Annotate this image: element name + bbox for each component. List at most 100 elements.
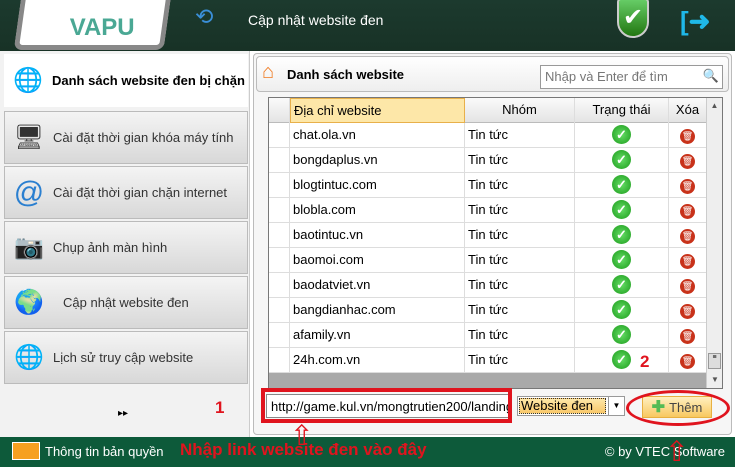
globe-history-icon: 🌐 [14,344,44,371]
check-icon[interactable]: ✓ [612,200,631,219]
trash-icon[interactable]: 🗑 [680,279,695,294]
sidebar-item-lock-time[interactable]: 🖥 Cài đặt thời gian khóa máy tính [4,111,248,164]
shield-check-icon[interactable]: ✔ [617,0,649,38]
vertical-scrollbar[interactable]: ▲ ≡ ▼ [706,98,722,388]
chevron-down-icon[interactable]: ▼ [608,397,624,415]
expand-button[interactable]: ▸▸ [118,408,128,419]
row-selector[interactable] [269,323,290,348]
panel-header: ⌂ Danh sách website Nhập và Enter để tìm… [256,56,729,92]
cell-delete[interactable]: 🗑 [669,348,707,373]
trash-icon[interactable]: 🗑 [680,329,695,344]
cell-status[interactable]: ✓ [575,348,669,373]
scroll-up-icon[interactable]: ▲ [707,98,722,114]
app-header: VAPU ⟲ Cập nhật website đen ✔ [➜ [0,0,735,51]
table-row[interactable]: blobla.com Tin tức ✓ 🗑 [269,198,707,223]
check-icon[interactable]: ✓ [612,275,631,294]
cell-address: blobla.com [290,198,465,223]
check-icon[interactable]: ✓ [612,300,631,319]
annotation-1: 1 [215,398,225,417]
trash-icon[interactable]: 🗑 [680,304,695,319]
cell-delete[interactable]: 🗑 [669,148,707,173]
check-icon[interactable]: ✓ [612,250,631,269]
row-selector[interactable] [269,173,290,198]
table-row[interactable]: baodatviet.vn Tin tức ✓ 🗑 [269,273,707,298]
annotation-box [261,388,512,423]
arrow-up-icon: ⇧ [665,436,689,467]
row-selector[interactable] [269,123,290,148]
table-row[interactable]: baotintuc.vn Tin tức ✓ 🗑 [269,223,707,248]
row-selector[interactable] [269,248,290,273]
cell-group: Tin tức [465,198,575,223]
row-selector[interactable] [269,348,290,373]
license-link[interactable]: Thông tin bản quyền [12,442,164,460]
check-icon[interactable]: ✓ [612,125,631,144]
cell-delete[interactable]: 🗑 [669,273,707,298]
cell-status[interactable]: ✓ [575,298,669,323]
table-row[interactable]: baomoi.com Tin tức ✓ 🗑 [269,248,707,273]
table-row[interactable]: bangdianhac.com Tin tức ✓ 🗑 [269,298,707,323]
sidebar-item-history[interactable]: 🌐 Lịch sử truy cập website [4,331,248,384]
check-icon[interactable]: ✓ [612,325,631,344]
row-selector[interactable] [269,223,290,248]
annotation-ellipse [626,390,730,426]
refresh-icon[interactable]: ⟲ [195,4,213,30]
check-icon[interactable]: ✓ [612,150,631,169]
search-input[interactable]: Nhập và Enter để tìm 🔍 [540,65,723,89]
cell-group: Tin tức [465,323,575,348]
col-status[interactable]: Trạng thái [575,98,669,123]
sidebar-item-screenshot[interactable]: 📷 Chụp ảnh màn hình [4,221,248,274]
sidebar-item-internet-time[interactable]: @ Cài đặt thời gian chặn internet [4,166,248,219]
logo: VAPU [13,0,173,50]
row-selector[interactable] [269,273,290,298]
exit-icon[interactable]: [➜ [680,6,710,37]
cell-address: baotintuc.vn [290,223,465,248]
row-selector[interactable] [269,198,290,223]
row-selector[interactable] [269,148,290,173]
trash-icon[interactable]: 🗑 [680,204,695,219]
cell-status[interactable]: ✓ [575,123,669,148]
search-icon[interactable]: 🔍 [703,68,719,84]
sidebar-item-blacklist[interactable]: 🌐 Danh sách website đen bị chặn [4,54,248,107]
cell-status[interactable]: ✓ [575,223,669,248]
cell-status[interactable]: ✓ [575,198,669,223]
globe-update-icon: 🌍 [14,289,44,316]
trash-icon[interactable]: 🗑 [680,254,695,269]
trash-icon[interactable]: 🗑 [680,129,695,144]
trash-icon[interactable]: 🗑 [680,229,695,244]
group-select[interactable]: Website đen ▼ [517,396,625,416]
cell-status[interactable]: ✓ [575,273,669,298]
table-row[interactable]: afamily.vn Tin tức ✓ 🗑 [269,323,707,348]
scroll-down-icon[interactable]: ▼ [707,372,722,388]
row-selector[interactable] [269,298,290,323]
table-row[interactable]: bongdaplus.vn Tin tức ✓ 🗑 [269,148,707,173]
cell-status[interactable]: ✓ [575,173,669,198]
trash-icon[interactable]: 🗑 [680,154,695,169]
cell-delete[interactable]: 🗑 [669,248,707,273]
at-icon: @ [13,175,45,209]
col-group[interactable]: Nhóm [465,98,575,123]
cell-status[interactable]: ✓ [575,248,669,273]
check-icon[interactable]: ✓ [612,225,631,244]
panel-title: Danh sách website [287,67,405,82]
trash-icon[interactable]: 🗑 [680,179,695,194]
trash-icon[interactable]: 🗑 [680,354,695,369]
cell-status[interactable]: ✓ [575,148,669,173]
window-title: Cập nhật website đen [248,12,384,28]
col-address[interactable]: Địa chỉ website [290,98,465,123]
cell-delete[interactable]: 🗑 [669,298,707,323]
cell-delete[interactable]: 🗑 [669,198,707,223]
cell-delete[interactable]: 🗑 [669,323,707,348]
cell-delete[interactable]: 🗑 [669,123,707,148]
cell-delete[interactable]: 🗑 [669,223,707,248]
globe-folder-icon: 🌐 [13,67,43,94]
table-row[interactable]: blogtintuc.com Tin tức ✓ 🗑 [269,173,707,198]
table-row[interactable]: chat.ola.vn Tin tức ✓ 🗑 [269,123,707,148]
scroll-thumb[interactable]: ≡ [708,353,721,369]
cell-delete[interactable]: 🗑 [669,173,707,198]
cell-status[interactable]: ✓ [575,323,669,348]
check-icon[interactable]: ✓ [612,175,631,194]
sidebar-item-update-blacklist[interactable]: 🌍 Cập nhật website đen [4,276,248,329]
check-icon[interactable]: ✓ [612,350,631,369]
col-delete[interactable]: Xóa [669,98,707,123]
cell-group: Tin tức [465,298,575,323]
